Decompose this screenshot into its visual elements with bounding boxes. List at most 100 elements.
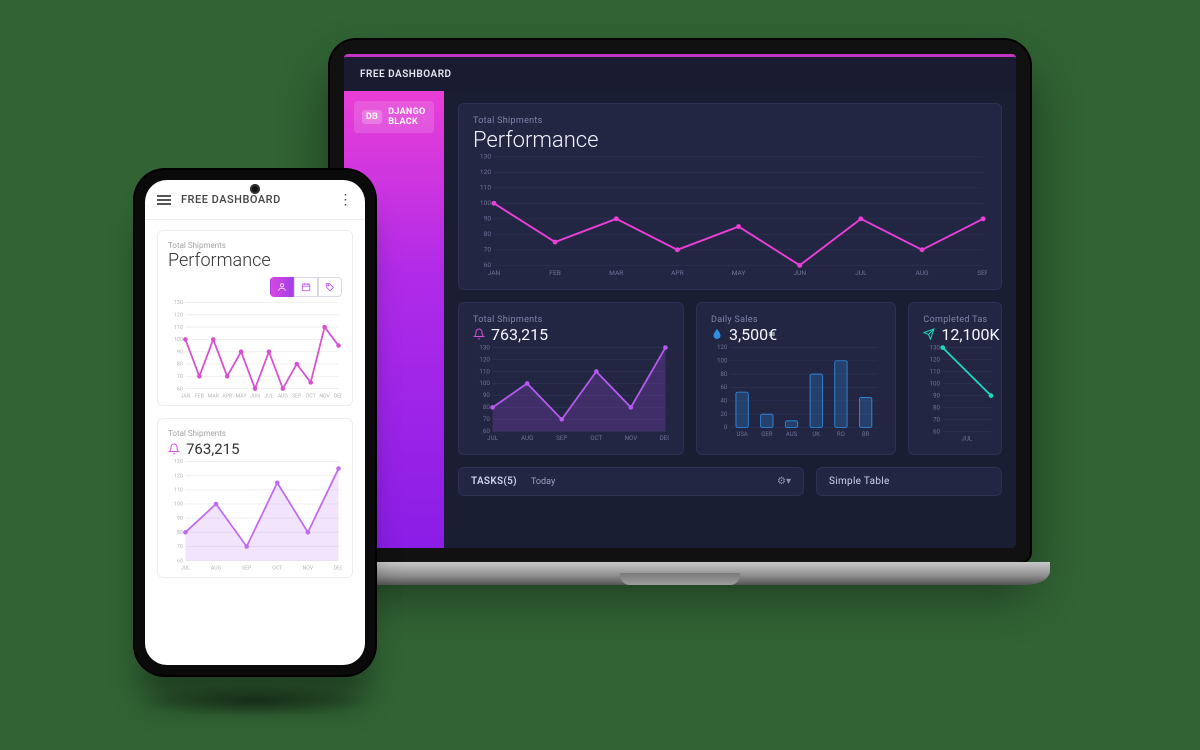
app-title: FREE DASHBOARD [360, 69, 452, 80]
svg-text:0: 0 [724, 424, 728, 431]
svg-text:AUG: AUG [278, 393, 289, 399]
shipments-subtitle: Total Shipments [473, 315, 669, 325]
svg-text:APR: APR [671, 269, 684, 277]
svg-text:DEC: DEC [660, 434, 669, 442]
svg-text:MAR: MAR [609, 269, 623, 277]
svg-text:100: 100 [480, 199, 491, 207]
desktop-dashboard: FREE DASHBOARD DB DJANGO BLACK Total Shi… [344, 54, 1016, 548]
seg-calendar-icon[interactable] [294, 277, 318, 297]
svg-text:100: 100 [174, 502, 183, 508]
sales-value: 3,500€ [729, 325, 777, 344]
svg-text:NOV: NOV [625, 434, 638, 442]
svg-text:130: 130 [480, 153, 491, 161]
phone-camera [250, 184, 260, 194]
svg-text:MAR: MAR [208, 393, 220, 399]
svg-text:JUL: JUL [487, 434, 498, 442]
mobile-shipments-value: 763,215 [186, 440, 240, 458]
mobile-performance-title: Performance [168, 250, 342, 271]
completed-card: Completed Tas 12,100K 607080901001101201… [908, 302, 1002, 455]
svg-text:80: 80 [484, 230, 492, 238]
svg-text:100: 100 [930, 379, 941, 387]
svg-text:80: 80 [177, 362, 183, 368]
svg-text:SEP: SEP [977, 269, 987, 277]
bell-icon [168, 443, 180, 455]
svg-text:FEB: FEB [195, 393, 204, 399]
svg-text:JUL: JUL [962, 434, 974, 442]
svg-text:GER: GER [761, 431, 772, 438]
completed-subtitle: Completed Tas [923, 315, 995, 325]
mobile-shipments-card: Total Shipments 763,215 6070809010011012… [157, 418, 353, 578]
svg-text:90: 90 [484, 215, 492, 223]
svg-text:110: 110 [174, 488, 183, 494]
gear-icon[interactable]: ⚙▾ [777, 476, 791, 487]
performance-card: Total Shipments Performance 607080901001… [458, 103, 1002, 290]
laptop-device: FREE DASHBOARD DB DJANGO BLACK Total Shi… [310, 40, 1050, 645]
svg-text:80: 80 [177, 530, 183, 536]
desktop-topbar: FREE DASHBOARD [344, 57, 1016, 91]
simple-table-card[interactable]: Simple Table [816, 467, 1002, 496]
svg-text:AUG: AUG [521, 434, 533, 442]
svg-text:JUN: JUN [793, 269, 806, 277]
svg-text:FEB: FEB [549, 269, 561, 277]
svg-text:USA: USA [736, 431, 747, 438]
svg-text:DEC: DEC [334, 565, 342, 571]
shipments-chart: 60708090100110120130JULAUGSEPOCTNOVDEC [473, 344, 669, 442]
svg-text:130: 130 [174, 459, 183, 465]
tasks-tab-today[interactable]: Today [531, 477, 555, 487]
svg-text:OCT: OCT [590, 434, 602, 442]
tasks-card[interactable]: TASKS(5) Today ⚙▾ [458, 467, 804, 496]
svg-text:120: 120 [480, 168, 491, 176]
mobile-app-title: FREE DASHBOARD [181, 193, 281, 206]
svg-text:70: 70 [484, 246, 492, 254]
svg-text:60: 60 [720, 384, 727, 391]
performance-chart: 60708090100110120130JANFEBMARAPRMAYJUNJU… [473, 153, 987, 277]
laptop-lid: FREE DASHBOARD DB DJANGO BLACK Total Shi… [330, 40, 1030, 562]
seg-user-icon[interactable] [270, 277, 294, 297]
svg-text:130: 130 [174, 300, 183, 306]
svg-text:JUL: JUL [264, 393, 273, 399]
svg-text:MAY: MAY [236, 393, 248, 399]
performance-subtitle: Total Shipments [473, 116, 987, 126]
svg-text:AUS: AUS [786, 431, 798, 438]
svg-text:120: 120 [479, 355, 490, 363]
svg-text:110: 110 [174, 325, 183, 331]
simple-table-title: Simple Table [829, 476, 890, 487]
svg-text:90: 90 [483, 391, 490, 399]
sidebar-brand-label: DJANGO BLACK [388, 107, 426, 127]
mobile-performance-chart: 60708090100110120130JANFEBMARAPRMAYJUNJU… [168, 299, 342, 399]
sidebar-brand-badge[interactable]: DB DJANGO BLACK [354, 101, 434, 133]
hamburger-icon[interactable] [157, 195, 171, 205]
svg-text:80: 80 [720, 371, 727, 378]
svg-text:110: 110 [930, 367, 941, 375]
svg-text:60: 60 [933, 427, 941, 435]
svg-text:70: 70 [483, 415, 490, 423]
svg-text:130: 130 [930, 344, 941, 351]
svg-text:SEP: SEP [242, 565, 252, 571]
svg-text:40: 40 [720, 397, 727, 404]
svg-text:UK: UK [812, 431, 820, 438]
seg-tag-icon[interactable] [318, 277, 342, 297]
svg-text:NOV: NOV [303, 565, 314, 571]
send-icon [923, 328, 935, 340]
svg-text:70: 70 [177, 544, 183, 550]
sales-chart: 020406080100120USAGERAUSUKROBR [711, 344, 881, 438]
svg-text:120: 120 [174, 313, 183, 319]
svg-text:120: 120 [717, 344, 728, 351]
svg-text:AUG: AUG [915, 269, 929, 277]
tasks-title: TASKS(5) [471, 476, 517, 487]
svg-text:120: 120 [174, 473, 183, 479]
phone-shadow [140, 685, 370, 717]
performance-title: Performance [473, 128, 987, 153]
svg-text:70: 70 [177, 374, 183, 380]
svg-text:RO: RO [837, 431, 845, 438]
sidebar-brand-short: DB [362, 110, 382, 124]
svg-text:JUN: JUN [250, 393, 260, 399]
svg-text:60: 60 [177, 558, 183, 564]
svg-text:OCT: OCT [306, 393, 316, 399]
segmented-control [168, 277, 342, 297]
mobile-performance-subtitle: Total Shipments [168, 241, 342, 250]
droplet-icon [711, 328, 723, 340]
kebab-icon[interactable]: ⋮ [339, 192, 354, 208]
svg-text:60: 60 [177, 386, 183, 392]
svg-text:SEP: SEP [556, 434, 567, 442]
